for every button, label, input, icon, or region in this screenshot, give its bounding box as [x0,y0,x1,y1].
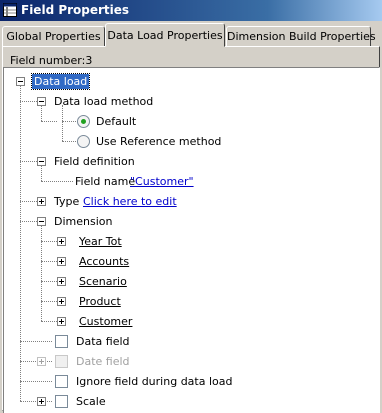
title-bar: Field Properties [0,0,382,21]
tree-node-type[interactable]: Type [54,195,79,208]
reference-method-radio[interactable] [77,135,90,148]
window-title: Field Properties [21,3,130,17]
properties-tree[interactable]: Data load Data load method Default Use R… [3,67,380,413]
tab-label: Global Properties [6,30,101,43]
dimension-item-customer[interactable]: Customer [79,315,132,328]
expand-scenario-icon[interactable] [57,277,66,286]
expand-customer-icon[interactable] [57,317,66,326]
date-field-label: Date field [76,355,130,368]
properties-grid-icon [3,3,17,17]
expand-type-icon[interactable] [37,197,46,206]
field-number-label: Field number:3 [10,54,93,67]
expand-date-field-icon [37,357,46,366]
scale-checkbox[interactable] [55,395,68,408]
collapse-dimension-icon[interactable] [37,217,46,226]
tab-dimension-build-properties[interactable]: Dimension Build Properties [226,26,376,46]
expand-year-tot-icon[interactable] [57,237,66,246]
date-field-checkbox [55,355,68,368]
tab-global-properties[interactable]: Global Properties [2,26,105,46]
tab-label: Data Load Properties [107,29,223,42]
reference-method-label[interactable]: Use Reference method [96,135,221,148]
ignore-field-checkbox[interactable] [55,375,68,388]
dimension-item-scenario[interactable]: Scenario [79,275,127,288]
collapse-data-load-icon[interactable] [16,77,25,86]
tab-strip: Global Properties Data Load Properties D… [0,21,382,47]
tree-root-data-load[interactable]: Data load [30,73,91,90]
collapse-load-method-icon[interactable] [37,97,46,106]
tree-node-data-load-method[interactable]: Data load method [54,95,153,108]
tree-node-field-definition[interactable]: Field definition [54,155,135,168]
expand-scale-icon[interactable] [37,397,46,406]
default-method-radio[interactable] [77,115,90,128]
tab-data-load-properties[interactable]: Data Load Properties [105,23,225,47]
expand-product-icon[interactable] [57,297,66,306]
data-field-label[interactable]: Data field [76,335,130,348]
default-method-label[interactable]: Default [96,115,136,128]
field-name-label: Field name [75,175,136,188]
field-name-value[interactable]: "Customer" [130,175,194,188]
expand-accounts-icon[interactable] [57,257,66,266]
dimension-item-accounts[interactable]: Accounts [79,255,129,268]
ignore-field-label[interactable]: Ignore field during data load [76,375,232,388]
type-edit-link[interactable]: Click here to edit [83,195,177,208]
dimension-item-year-tot[interactable]: Year Tot [79,235,122,248]
data-field-checkbox[interactable] [55,335,68,348]
tree-node-dimension[interactable]: Dimension [54,215,112,228]
dimension-item-product[interactable]: Product [79,295,121,308]
scale-label[interactable]: Scale [76,395,106,408]
collapse-field-definition-icon[interactable] [37,157,46,166]
tab-label: Dimension Build Properties [227,30,376,43]
